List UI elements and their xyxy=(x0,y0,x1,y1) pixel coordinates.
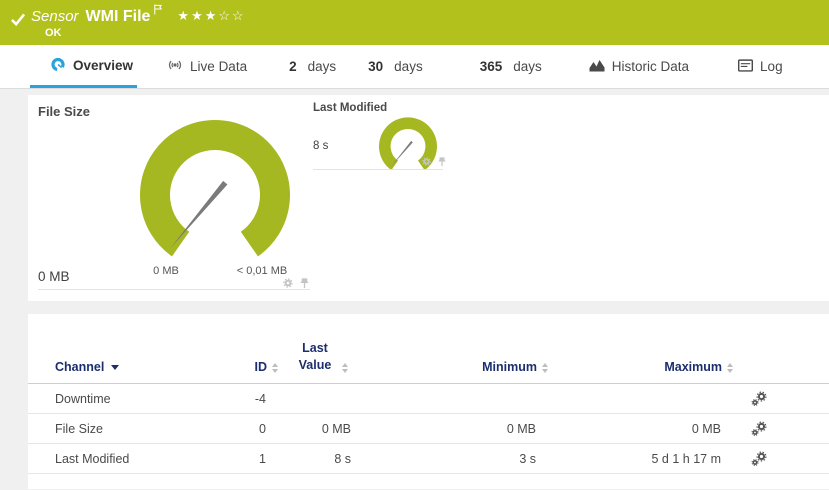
tab-live-data[interactable]: Live Data xyxy=(165,45,249,88)
sort-arrows-icon xyxy=(272,363,278,373)
file-size-gauge-title: File Size xyxy=(38,104,90,119)
tab-historic-data[interactable]: Historic Data xyxy=(587,45,691,88)
tab-30-days[interactable]: 30 days xyxy=(366,45,425,88)
channel-name: Downtime xyxy=(55,392,205,406)
tab-log[interactable]: Log xyxy=(736,45,785,88)
file-size-gauge xyxy=(140,119,290,269)
tab-365-days[interactable]: 365 days xyxy=(478,45,544,88)
edit-channel-gears-icon[interactable] xyxy=(751,391,767,407)
channel-minimum: 3 s xyxy=(363,452,548,466)
gauge-pin-icon[interactable] xyxy=(437,156,447,167)
gauge-icon xyxy=(50,56,66,75)
edit-channel-gears-icon[interactable] xyxy=(751,451,767,467)
flag-icon[interactable] xyxy=(153,2,163,20)
table-row[interactable]: Last Modified 1 8 s 3 s 5 d 1 h 17 m xyxy=(28,444,829,474)
gauge-settings-gear-icon[interactable] xyxy=(282,277,294,289)
file-size-scale-min: 0 MB xyxy=(138,265,194,277)
channel-id: 1 xyxy=(205,452,278,466)
column-header-last-value[interactable]: Last Value xyxy=(278,340,363,374)
channel-name: Last Modified xyxy=(55,452,205,466)
sensor-kind-label: Sensor xyxy=(31,8,79,25)
divider xyxy=(313,169,443,170)
sort-arrows-icon xyxy=(727,363,733,373)
sensor-header: Sensor WMI File ★★★☆☆ OK xyxy=(0,0,829,45)
gauges-panel: File Size 0 MB < 0,01 MB 0 MB Last Modif… xyxy=(28,95,829,301)
channel-last-value: 0 MB xyxy=(278,422,363,436)
column-header-minimum[interactable]: Minimum xyxy=(363,360,548,374)
tab-overview[interactable]: Overview xyxy=(30,45,137,88)
log-icon xyxy=(738,59,753,75)
broadcast-icon xyxy=(167,57,183,76)
channel-maximum: 5 d 1 h 17 m xyxy=(548,452,733,466)
gauge-pin-icon[interactable] xyxy=(299,277,310,289)
tab-2-days[interactable]: 2 days xyxy=(287,45,338,88)
channel-name: File Size xyxy=(55,422,205,436)
channel-id: -4 xyxy=(205,392,278,406)
channel-last-value: 8 s xyxy=(278,452,363,466)
column-header-channel[interactable]: Channel xyxy=(55,360,205,374)
page-title: WMI File xyxy=(86,8,151,26)
column-header-maximum[interactable]: Maximum xyxy=(548,360,733,374)
status-check-icon xyxy=(10,13,26,31)
edit-channel-gears-icon[interactable] xyxy=(751,421,767,437)
file-size-scale-max: < 0,01 MB xyxy=(224,265,300,277)
channel-table-panel: Channel ID Last Value Minimum Maximum Do… xyxy=(28,314,829,489)
tab-bar: Overview Live Data 2 days 30 days 365 da… xyxy=(0,45,829,89)
status-badge: OK xyxy=(45,27,62,39)
last-modified-gauge-title: Last Modified xyxy=(313,102,387,114)
sort-caret-icon xyxy=(111,365,119,370)
tab-settings[interactable]: Settings xyxy=(826,45,829,88)
table-row[interactable]: File Size 0 0 MB 0 MB 0 MB xyxy=(28,414,829,444)
file-size-value: 0 MB xyxy=(38,269,70,284)
channel-minimum: 0 MB xyxy=(363,422,548,436)
channel-table-header: Channel ID Last Value Minimum Maximum xyxy=(28,314,829,384)
channel-maximum: 0 MB xyxy=(548,422,733,436)
last-modified-value: 8 s xyxy=(313,140,328,152)
priority-stars[interactable]: ★★★☆☆ xyxy=(177,8,245,24)
gauge-settings-gear-icon[interactable] xyxy=(421,156,432,167)
area-chart-icon xyxy=(589,59,605,75)
sort-arrows-icon xyxy=(342,363,348,373)
channel-id: 0 xyxy=(205,422,278,436)
table-row[interactable]: Downtime -4 xyxy=(28,384,829,414)
sort-arrows-icon xyxy=(542,363,548,373)
column-header-id[interactable]: ID xyxy=(205,360,278,374)
divider xyxy=(38,289,310,290)
